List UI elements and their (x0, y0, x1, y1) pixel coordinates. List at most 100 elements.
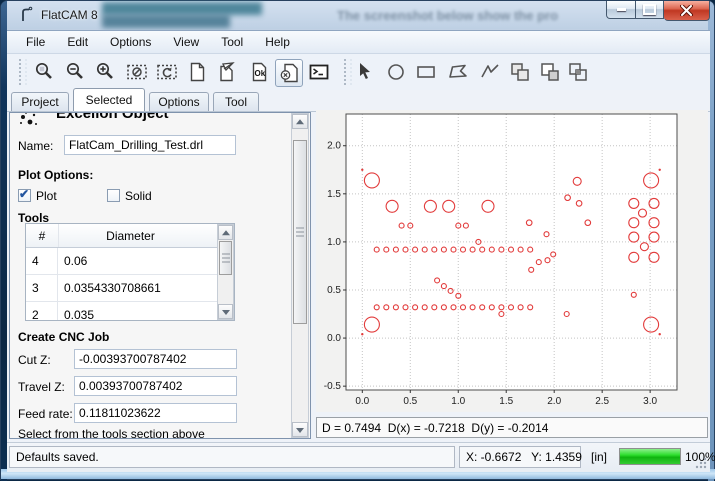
table-row[interactable]: 2 0.035 (26, 302, 234, 321)
union-icon (509, 61, 531, 83)
command-line-icon (308, 61, 330, 83)
maximize-button[interactable] (636, 1, 664, 19)
menu-view[interactable]: View (162, 32, 210, 52)
feedrate-label: Feed rate: (18, 407, 73, 421)
scroll-up-button[interactable] (292, 114, 308, 129)
plot-checkbox[interactable] (18, 189, 31, 202)
table-row[interactable]: 4 0.06 (26, 248, 234, 275)
menu-options[interactable]: Options (99, 32, 162, 52)
svg-text:0.0: 0.0 (355, 396, 369, 407)
travelz-input[interactable] (74, 376, 237, 396)
svg-text:2.5: 2.5 (595, 396, 609, 407)
col-header-diameter[interactable]: Diameter (59, 224, 202, 247)
save-defaults-icon: Ok (248, 61, 270, 83)
zoom-in-button[interactable] (92, 59, 118, 85)
zoom-out-icon (64, 61, 86, 83)
draw-polygon-button[interactable] (445, 59, 471, 85)
close-button[interactable] (664, 1, 710, 21)
scrollbar-thumb[interactable] (219, 241, 232, 275)
draw-circle-button[interactable] (383, 59, 409, 85)
subtract-icon (539, 61, 561, 83)
subtract-button[interactable] (537, 59, 563, 85)
table-row[interactable]: 3 0.0354330708661 (26, 275, 234, 302)
toolbar-grip[interactable] (19, 59, 27, 85)
svg-text:-0.5: -0.5 (324, 381, 342, 392)
scrollbar-thumb[interactable] (293, 140, 307, 324)
svg-text:1.5: 1.5 (499, 396, 513, 407)
replot-button[interactable] (154, 59, 180, 85)
minimize-button[interactable] (606, 1, 636, 19)
flatcam-logo-icon (18, 6, 36, 29)
measurement-readout: D = 0.7494 D(x) = -0.7218 D(y) = -0.2014 (316, 417, 708, 438)
menu-file[interactable]: File (15, 32, 56, 52)
progress-bar (619, 448, 681, 465)
flatcam-window: The screenshot below show the pro FlatCA… (0, 0, 715, 480)
zoom-fit-button[interactable] (31, 59, 57, 85)
plot-checkbox-label[interactable]: Plot (36, 189, 57, 203)
tool-num: 4 (26, 248, 58, 274)
name-input[interactable] (64, 135, 236, 155)
col-header-num[interactable]: # (26, 224, 59, 247)
tools-table: # Diameter 4 0.06 3 0.0354330708661 2 0.… (25, 223, 235, 321)
status-message: Defaults saved. (9, 446, 455, 468)
tab-selected[interactable]: Selected (73, 88, 145, 111)
table-scrollbar[interactable] (217, 224, 234, 320)
editor-button[interactable] (214, 59, 240, 85)
save-defaults-button[interactable]: Ok (246, 59, 272, 85)
plot-canvas[interactable]: 0.00.51.01.52.02.53.0-0.50.00.51.01.52.0 (316, 110, 708, 412)
new-file-button[interactable] (184, 59, 210, 85)
rectangle-icon (415, 61, 437, 83)
panel-scrollbar[interactable] (291, 113, 309, 438)
solid-checkbox-label[interactable]: Solid (125, 189, 152, 203)
zoom-in-icon (94, 61, 116, 83)
plot-options-label: Plot Options: (18, 168, 93, 182)
intersect-button[interactable] (565, 59, 591, 85)
menu-help[interactable]: Help (254, 32, 301, 52)
panel-title: Excellon Object (56, 112, 169, 122)
clear-plot-button[interactable] (124, 59, 150, 85)
toolbar-grip[interactable] (344, 59, 352, 85)
polygon-icon (447, 61, 469, 83)
scroll-down-button[interactable] (218, 304, 233, 319)
title-bar[interactable]: The screenshot below show the pro FlatCA… (7, 1, 710, 30)
svg-text:0.5: 0.5 (327, 285, 341, 296)
solid-checkbox[interactable] (107, 189, 120, 202)
menu-edit[interactable]: Edit (56, 32, 99, 52)
tool-num: 3 (26, 275, 58, 301)
status-bar: Defaults saved. X: -0.6672 Y: 1.4359 [in… (7, 442, 710, 472)
svg-text:1.0: 1.0 (327, 237, 341, 248)
tab-tool[interactable]: Tool (213, 92, 259, 111)
delete-object-button[interactable] (275, 59, 303, 87)
travelz-label: Travel Z: (18, 380, 65, 394)
zoom-out-button[interactable] (62, 59, 88, 85)
union-button[interactable] (507, 59, 533, 85)
tool-diameter: 0.0354330708661 (58, 275, 234, 301)
intersect-icon (567, 61, 589, 83)
draw-rectangle-button[interactable] (413, 59, 439, 85)
new-file-icon (186, 61, 208, 83)
units-label: [in] (591, 446, 607, 468)
scroll-down-button[interactable] (292, 422, 308, 437)
tab-options[interactable]: Options (149, 92, 209, 111)
select-tool-button[interactable] (353, 59, 379, 85)
tab-project[interactable]: Project (11, 92, 69, 111)
cutz-label: Cut Z: (18, 353, 51, 367)
plot-area[interactable]: 0.00.51.01.52.02.53.0-0.50.00.51.01.52.0 (316, 110, 708, 412)
resize-grip[interactable] (694, 456, 707, 469)
maximize-icon (643, 4, 656, 15)
svg-text:3.0: 3.0 (643, 396, 657, 407)
svg-text:1.0: 1.0 (451, 396, 465, 407)
scroll-up-button[interactable] (218, 225, 233, 240)
cutz-input[interactable] (74, 349, 237, 369)
tool-diameter: 0.035 (58, 302, 234, 321)
menu-tool[interactable]: Tool (210, 32, 254, 52)
tools-table-header: # Diameter (26, 224, 234, 248)
draw-path-button[interactable] (477, 59, 503, 85)
menu-bar: File Edit Options View Tool Help (7, 31, 710, 54)
command-line-button[interactable] (306, 59, 332, 85)
tool-num: 2 (26, 302, 58, 321)
feedrate-input[interactable] (74, 403, 237, 423)
name-label: Name: (18, 139, 53, 153)
tools-hint: Select from the tools section above (18, 427, 205, 439)
delete-object-icon (278, 62, 300, 84)
